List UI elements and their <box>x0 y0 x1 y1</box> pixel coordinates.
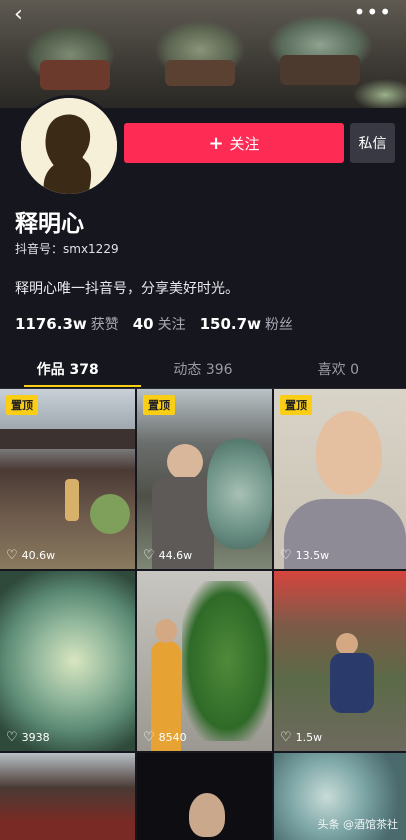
stat-following[interactable]: 40 关注 <box>133 314 186 334</box>
message-button[interactable]: 私信 <box>350 123 395 163</box>
plus-icon: + <box>208 132 224 154</box>
tab-activity[interactable]: 动态 396 <box>135 350 270 388</box>
like-count-value: 3938 <box>21 731 50 744</box>
stat-likes-value: 1176.3w <box>15 315 87 333</box>
more-dots-icon[interactable]: ••• <box>354 0 392 24</box>
profile-bio: 释明心唯一抖音号，分享美好时光。 <box>15 281 239 297</box>
profile-tabs: 作品 378 动态 396 喜欢 0 <box>0 350 406 388</box>
stat-followers[interactable]: 150.7w 粉丝 <box>200 314 293 334</box>
cover-photo <box>0 0 406 108</box>
heart-icon: ♡ <box>6 548 18 563</box>
like-count-value: 44.6w <box>158 549 193 562</box>
message-label: 私信 <box>358 136 387 152</box>
like-count: ♡ 40.6w <box>6 548 55 563</box>
video-thumbnail[interactable]: 置顶 ♡ 13.5w <box>274 389 406 569</box>
pinned-badge: 置顶 <box>143 395 175 415</box>
profile-name: 释明心 <box>15 211 84 237</box>
heart-icon: ♡ <box>143 730 155 745</box>
stat-followers-label: 粉丝 <box>264 317 293 333</box>
heart-icon: ♡ <box>6 730 18 745</box>
like-count: ♡ 8540 <box>143 730 187 745</box>
follow-label: 关注 <box>229 134 260 153</box>
watermark: 头条 @酒馆茶社 <box>317 818 399 831</box>
like-count-value: 1.5w <box>295 731 323 744</box>
stat-likes-label: 获赞 <box>90 317 119 333</box>
video-thumbnail[interactable]: 头条 @酒馆茶社 <box>274 753 406 840</box>
video-thumbnail[interactable] <box>0 753 135 840</box>
tab-works[interactable]: 作品 378 <box>0 350 135 388</box>
follow-button[interactable]: + 关注 <box>124 123 344 163</box>
like-count-value: 13.5w <box>295 549 330 562</box>
like-count-value: 8540 <box>158 731 187 744</box>
heart-icon: ♡ <box>143 548 155 563</box>
avatar[interactable] <box>18 95 120 197</box>
heart-icon: ♡ <box>280 548 292 563</box>
chevron-left-icon[interactable]: ‹ <box>14 2 23 27</box>
stat-following-label: 关注 <box>157 317 186 333</box>
video-thumbnail[interactable]: 置顶 ♡ 44.6w <box>137 389 272 569</box>
like-count: ♡ 13.5w <box>280 548 329 563</box>
stat-likes[interactable]: 1176.3w 获赞 <box>15 314 119 334</box>
like-count: ♡ 3938 <box>6 730 50 745</box>
pinned-badge: 置顶 <box>6 395 38 415</box>
stat-followers-value: 150.7w <box>199 315 261 333</box>
video-thumbnail[interactable] <box>137 753 272 840</box>
pinned-badge: 置顶 <box>280 395 312 415</box>
profile-stats: 1176.3w 获赞 40 关注 150.7w 粉丝 <box>15 314 293 334</box>
like-count: ♡ 44.6w <box>143 548 192 563</box>
video-thumbnail[interactable]: ♡ 3938 <box>0 571 135 751</box>
video-thumbnail[interactable]: ♡ 1.5w <box>274 571 406 751</box>
video-thumbnail[interactable]: 置顶 ♡ 40.6w <box>0 389 135 569</box>
tab-indicator <box>24 385 141 387</box>
tab-liked[interactable]: 喜欢 0 <box>271 350 406 388</box>
account-id: 抖音号：smx1229 <box>15 242 119 256</box>
stat-following-value: 40 <box>132 315 154 333</box>
video-thumbnail[interactable]: ♡ 8540 <box>137 571 272 751</box>
like-count: ♡ 1.5w <box>280 730 322 745</box>
like-count-value: 40.6w <box>21 549 56 562</box>
heart-icon: ♡ <box>280 730 292 745</box>
